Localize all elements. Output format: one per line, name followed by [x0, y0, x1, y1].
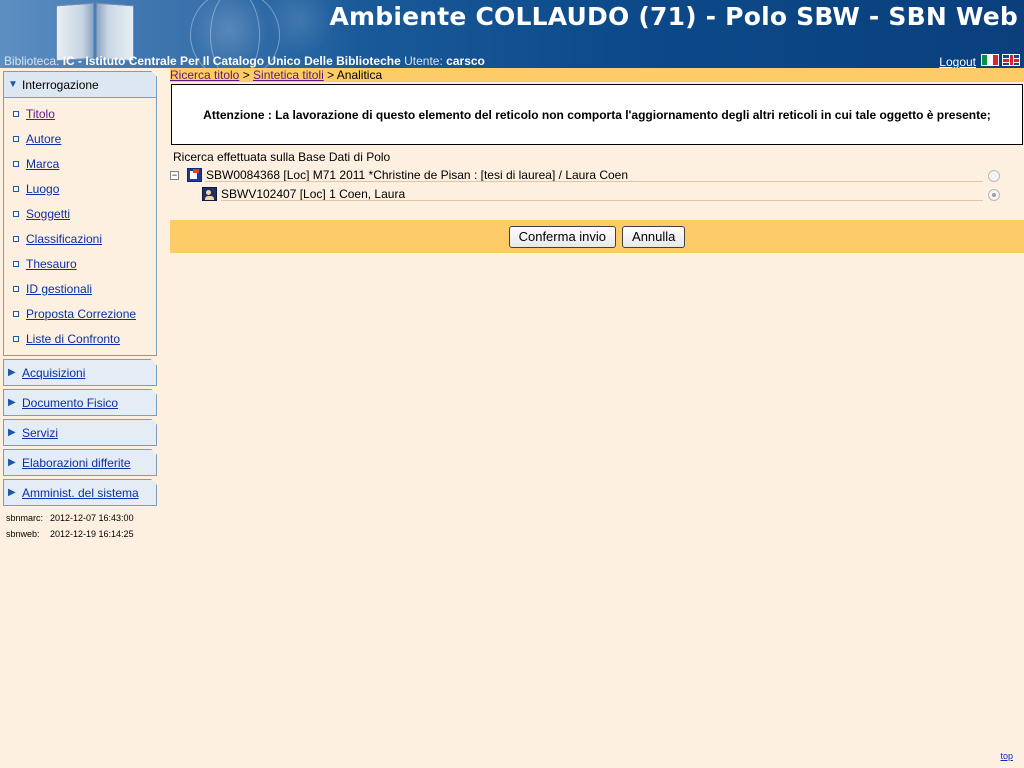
flag-italy-icon[interactable] [981, 54, 999, 66]
book-illustration [96, 2, 134, 62]
sidebar-link[interactable]: Autore [26, 132, 61, 146]
sidebar-section-link[interactable]: Servizi [22, 426, 58, 440]
document-icon [187, 168, 202, 182]
sidebar-link[interactable]: Luogo [26, 182, 59, 196]
breadcrumb-separator: > [239, 68, 254, 82]
version-row: sbnweb: 2012-12-19 16:14:25 [6, 526, 157, 542]
warning-message: Attenzione : La lavorazione di questo el… [171, 84, 1023, 145]
sidebar-item-titolo: Titolo [4, 101, 156, 126]
sidebar-link[interactable]: Thesauro [26, 257, 77, 271]
sidebar-link[interactable]: Proposta Correzione [26, 307, 136, 321]
bullet-square-icon [13, 260, 19, 267]
sidebar-item-classificazioni: Classificazioni [4, 226, 156, 251]
triangle-right-icon: ▶ [8, 487, 16, 498]
triangle-right-icon: ▶ [8, 457, 16, 468]
sidebar-section-elaborazioni-differite[interactable]: ▶ Elaborazioni differite [3, 449, 157, 476]
cancel-button[interactable]: Annulla [622, 225, 686, 248]
version-value: 2012-12-19 16:14:25 [50, 529, 134, 539]
sidebar-item-luogo: Luogo [4, 176, 156, 201]
sidebar-item-thesauro: Thesauro [4, 251, 156, 276]
library-value: IC - Istituto Centrale Per Il Catalogo U… [62, 54, 401, 68]
sidebar-section-amministrazione[interactable]: ▶ Amminist. del sistema [3, 479, 157, 506]
sidebar-section-link[interactable]: Amminist. del sistema [22, 486, 139, 500]
tree-child-label[interactable]: SBWV102407 [Loc] 1 Coen, Laura [221, 187, 405, 201]
version-value: 2012-12-07 16:43:00 [50, 513, 134, 523]
breadcrumb: Ricerca titolo > Sintetica titoli > Anal… [170, 68, 1024, 82]
sidebar-section-link[interactable]: Elaborazioni differite [22, 456, 131, 470]
sidebar-item-marca: Marca [4, 151, 156, 176]
bullet-square-icon [13, 310, 19, 317]
bullet-square-icon [13, 185, 19, 192]
sidebar-link[interactable]: Soggetti [26, 207, 70, 221]
triangle-down-icon: ▼ [8, 79, 18, 90]
flag-uk-icon[interactable] [1002, 54, 1020, 66]
select-radio-child[interactable] [988, 189, 1000, 201]
library-label: Biblioteca: [4, 54, 60, 68]
bullet-square-icon [13, 335, 19, 342]
version-row: sbnmarc: 2012-12-07 16:43:00 [6, 510, 157, 526]
bullet-square-icon [13, 135, 19, 142]
sidebar-link[interactable]: Marca [26, 157, 59, 171]
version-info: sbnmarc: 2012-12-07 16:43:00 sbnweb: 201… [3, 510, 157, 542]
sidebar-section-link[interactable]: Acquisizioni [22, 366, 85, 380]
triangle-right-icon: ▶ [8, 427, 16, 438]
sidebar-submenu: Titolo Autore Marca Luogo Soggetti Class… [3, 98, 157, 356]
tree-root-label[interactable]: SBW0084368 [Loc] M71 2011 *Christine de … [206, 168, 628, 182]
breadcrumb-link-sintetica-titoli[interactable]: Sintetica titoli [253, 68, 324, 82]
sidebar-section-servizi[interactable]: ▶ Servizi [3, 419, 157, 446]
search-source-note: Ricerca effettuata sulla Base Dati di Po… [173, 150, 391, 164]
breadcrumb-link-ricerca-titolo[interactable]: Ricerca titolo [170, 68, 239, 82]
user-label: Utente: [404, 54, 443, 68]
bullet-square-icon [13, 210, 19, 217]
bullet-square-icon [13, 160, 19, 167]
sidebar-item-proposta-correzione: Proposta Correzione [4, 301, 156, 326]
confirm-send-button[interactable]: Conferma invio [508, 225, 617, 248]
sidebar-item-id-gestionali: ID gestionali [4, 276, 156, 301]
header-actions: Logout [939, 51, 1020, 68]
back-to-top-link[interactable]: top [1000, 751, 1013, 761]
sidebar-section-interrogazione[interactable]: ▼ Interrogazione [3, 71, 157, 98]
breadcrumb-current: Analitica [336, 68, 383, 82]
version-name: sbnweb: [6, 529, 40, 539]
tree-row-divider [205, 181, 983, 182]
sidebar-item-liste-di-confronto: Liste di Confronto [4, 326, 156, 351]
bullet-square-icon [13, 110, 19, 117]
select-radio-root[interactable] [988, 170, 1000, 182]
action-bar: Conferma invio Annulla [170, 220, 1024, 253]
sidebar-link[interactable]: ID gestionali [26, 282, 92, 296]
logout-link[interactable]: Logout [939, 55, 976, 68]
bullet-square-icon [13, 235, 19, 242]
author-icon [202, 187, 217, 201]
sidebar-section-link[interactable]: Documento Fisico [22, 396, 118, 410]
version-name: sbnmarc: [6, 513, 44, 523]
triangle-right-icon: ▶ [8, 367, 16, 378]
triangle-right-icon: ▶ [8, 397, 16, 408]
bullet-square-icon [13, 285, 19, 292]
book-illustration [56, 2, 94, 62]
app-title: Ambiente COLLAUDO (71) - Polo SBW - SBN … [329, 2, 1018, 31]
sidebar-link[interactable]: Titolo [26, 107, 55, 121]
breadcrumb-separator: > [323, 68, 337, 82]
sidebar-item-soggetti: Soggetti [4, 201, 156, 226]
sidebar-link[interactable]: Classificazioni [26, 232, 102, 246]
user-value: carsco [446, 54, 485, 68]
sidebar: ▼ Interrogazione Titolo Autore Marca Luo… [3, 71, 157, 542]
tree-row-divider [221, 200, 983, 201]
collapse-toggle-icon[interactable]: − [170, 170, 179, 180]
sidebar-section-acquisizioni[interactable]: ▶ Acquisizioni [3, 359, 157, 386]
sidebar-section-documento-fisico[interactable]: ▶ Documento Fisico [3, 389, 157, 416]
session-info: Biblioteca: IC - Istituto Centrale Per I… [4, 54, 485, 68]
sidebar-link[interactable]: Liste di Confronto [26, 332, 120, 346]
app-header: Ambiente COLLAUDO (71) - Polo SBW - SBN … [0, 0, 1024, 68]
sidebar-section-label: Interrogazione [22, 77, 99, 92]
sidebar-item-autore: Autore [4, 126, 156, 151]
